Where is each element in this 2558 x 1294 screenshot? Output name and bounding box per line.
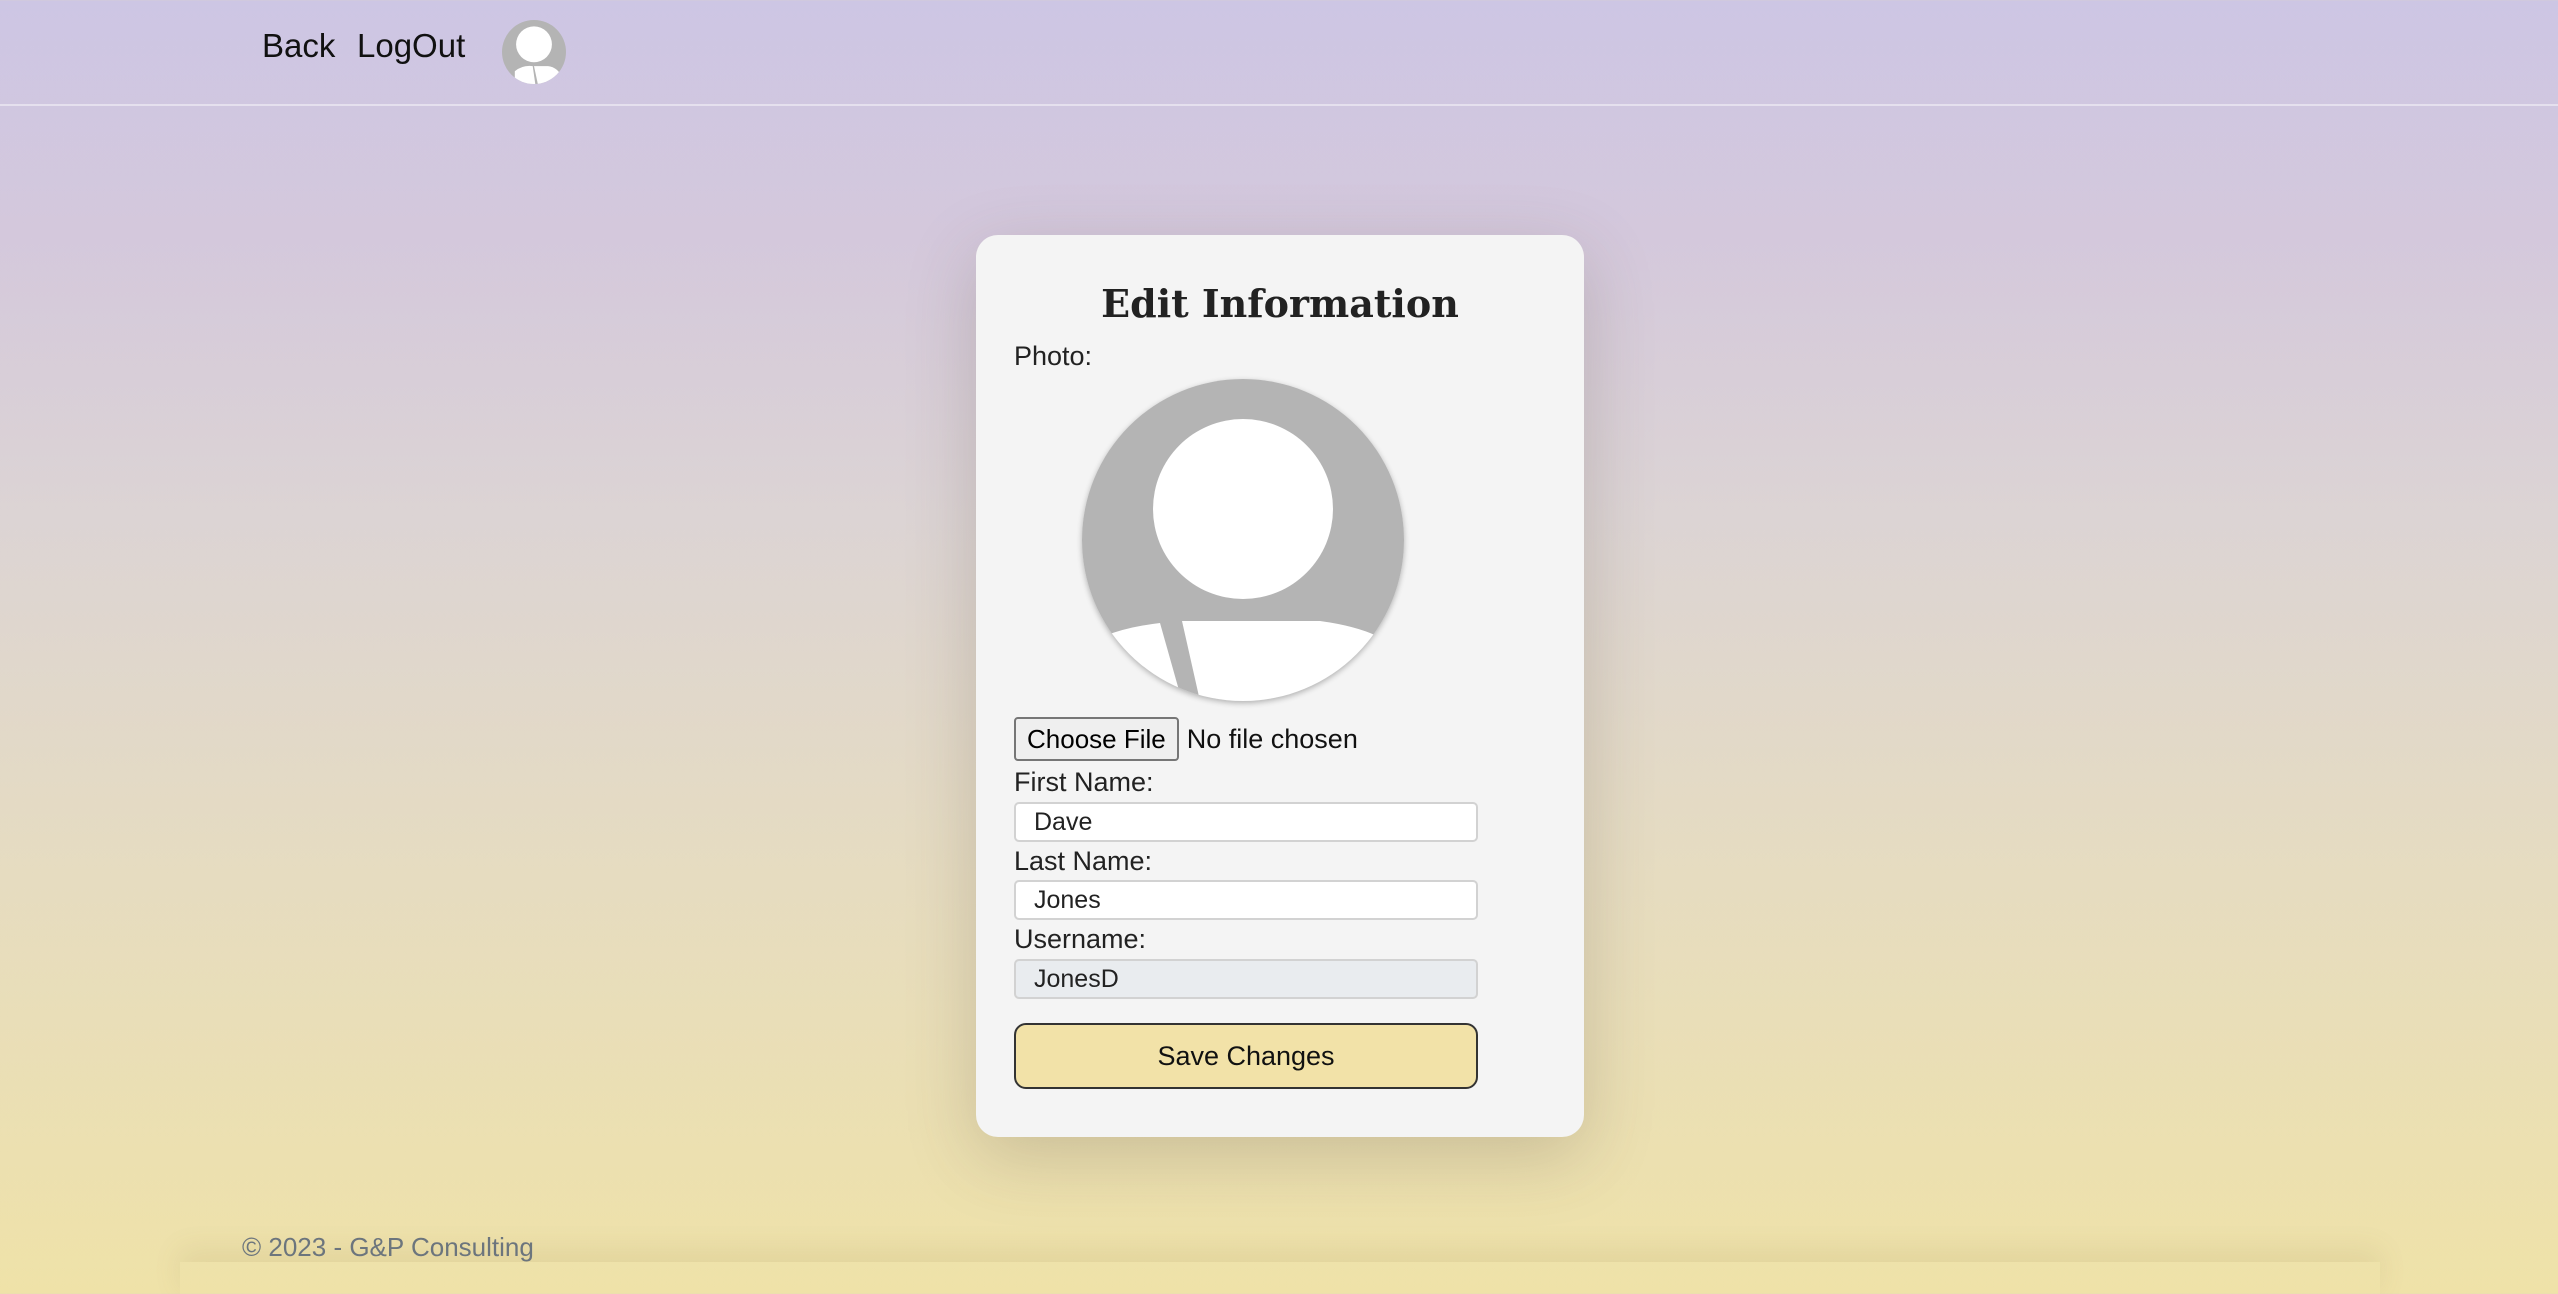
- footer-divider: [180, 1262, 2380, 1294]
- username-label: Username:: [1014, 924, 1147, 954]
- save-changes-button[interactable]: Save Changes: [1014, 1023, 1478, 1089]
- last-name-field[interactable]: [1014, 880, 1478, 920]
- photo-label: Photo:: [1014, 341, 1093, 371]
- back-link[interactable]: Back: [262, 24, 335, 68]
- default-profile-photo-icon: [1082, 379, 1404, 701]
- top-navbar: Back LogOut: [0, 0, 2558, 106]
- page-title: Edit Information: [1101, 281, 1459, 326]
- choose-file-button[interactable]: Choose File: [1014, 717, 1179, 761]
- footer-copyright: © 2023 - G&P Consulting: [242, 1232, 534, 1262]
- footer: © 2023 - G&P Consulting: [0, 1180, 2558, 1294]
- logout-link[interactable]: LogOut: [357, 24, 465, 68]
- file-picker: Choose File No file chosen: [1014, 717, 1358, 761]
- user-avatar-icon[interactable]: [502, 20, 566, 84]
- edit-information-card: Edit Information Photo: Choose File No f…: [976, 235, 1584, 1137]
- file-status-text: No file chosen: [1186, 723, 1358, 754]
- first-name-field[interactable]: [1014, 802, 1478, 842]
- first-name-label: First Name:: [1014, 767, 1154, 797]
- username-field: [1014, 959, 1478, 999]
- last-name-label: Last Name:: [1014, 846, 1153, 876]
